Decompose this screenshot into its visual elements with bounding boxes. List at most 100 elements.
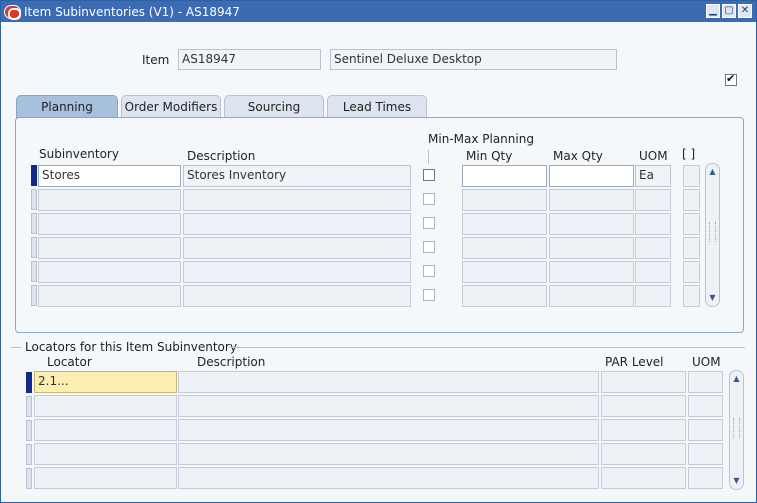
- locator-uom-field[interactable]: [688, 371, 723, 393]
- row-indicator[interactable]: [26, 372, 32, 393]
- locator-description-field[interactable]: [178, 419, 599, 441]
- par-level-field[interactable]: [601, 419, 686, 441]
- window-controls: ▁ ▢ ✕: [706, 4, 752, 18]
- subinventory-field[interactable]: [38, 261, 181, 283]
- subinventory-description-field[interactable]: [183, 213, 411, 235]
- scroll-down-icon[interactable]: ▼: [732, 476, 741, 486]
- min-qty-field[interactable]: [462, 285, 547, 307]
- row-indicator[interactable]: [26, 444, 32, 465]
- planning-scrollbar[interactable]: ▲ ▼: [705, 163, 720, 307]
- min-qty-field[interactable]: [462, 261, 547, 283]
- min-qty-field[interactable]: [462, 165, 547, 187]
- subinventory-field[interactable]: [38, 213, 181, 235]
- locator-uom-field[interactable]: [688, 419, 723, 441]
- row-indicator[interactable]: [31, 213, 37, 234]
- min-qty-field[interactable]: [462, 189, 547, 211]
- minmax-planning-checkbox[interactable]: [423, 193, 435, 205]
- max-qty-field[interactable]: [549, 165, 634, 187]
- scroll-up-icon[interactable]: ▲: [708, 167, 717, 177]
- locator-field[interactable]: [34, 443, 177, 465]
- locator-uom-field[interactable]: [688, 467, 723, 489]
- minimize-icon[interactable]: ▁: [706, 4, 720, 18]
- close-icon[interactable]: ✕: [738, 4, 752, 18]
- flexfield-cell[interactable]: [683, 261, 700, 283]
- title-bar[interactable]: Item Subinventories (V1) - AS18947 ▁ ▢ ✕: [1, 1, 756, 22]
- locator-field[interactable]: 2.1...: [34, 371, 177, 393]
- uom-field[interactable]: [635, 237, 671, 259]
- uom-field[interactable]: Ea: [635, 165, 671, 187]
- item-label: Item: [142, 53, 170, 67]
- subinventory-field[interactable]: Stores: [38, 165, 181, 187]
- max-qty-field[interactable]: [549, 261, 634, 283]
- row-indicator[interactable]: [26, 396, 32, 417]
- subinventory-field[interactable]: [38, 285, 181, 307]
- flexfield-cell[interactable]: [683, 165, 700, 187]
- locators-divider-right: [229, 347, 745, 348]
- uom-field[interactable]: [635, 189, 671, 211]
- locator-uom-header: UOM: [692, 355, 721, 369]
- minmax-planning-checkbox[interactable]: [423, 265, 435, 277]
- min-qty-field[interactable]: [462, 237, 547, 259]
- row-indicator[interactable]: [26, 420, 32, 441]
- locator-field[interactable]: [34, 395, 177, 417]
- max-qty-field[interactable]: [549, 285, 634, 307]
- row-indicator[interactable]: [31, 165, 37, 186]
- locators-divider-left: [11, 347, 21, 348]
- min-qty-field[interactable]: [462, 213, 547, 235]
- tab-lead-times[interactable]: Lead Times: [327, 95, 427, 118]
- par-level-field[interactable]: [601, 395, 686, 417]
- locator-description-field[interactable]: [178, 371, 599, 393]
- subinventory-description-field[interactable]: [183, 189, 411, 211]
- locator-uom-field[interactable]: [688, 443, 723, 465]
- par-level-field[interactable]: [601, 371, 686, 393]
- maximize-icon[interactable]: ▢: [722, 4, 736, 18]
- par-level-field[interactable]: [601, 443, 686, 465]
- subinventory-field[interactable]: [38, 189, 181, 211]
- row-indicator[interactable]: [31, 189, 37, 210]
- row-indicator[interactable]: [26, 468, 32, 489]
- item-field[interactable]: AS18947: [178, 49, 321, 70]
- row-indicator[interactable]: [31, 237, 37, 258]
- row-indicator[interactable]: [31, 285, 37, 306]
- minmax-planning-checkbox[interactable]: [423, 169, 435, 181]
- locator-field[interactable]: [34, 467, 177, 489]
- uom-field[interactable]: [635, 285, 671, 307]
- flexfield-cell[interactable]: [683, 213, 700, 235]
- subinventory-description-field[interactable]: [183, 261, 411, 283]
- locator-description-field[interactable]: [178, 443, 599, 465]
- par-level-field[interactable]: [601, 467, 686, 489]
- locators-scrollbar[interactable]: ▲ ▼: [729, 370, 744, 490]
- max-qty-field[interactable]: [549, 189, 634, 211]
- par-level-header: PAR Level: [605, 355, 664, 369]
- subinventory-field[interactable]: [38, 237, 181, 259]
- item-checkbox[interactable]: [725, 72, 737, 86]
- minmax-planning-checkbox[interactable]: [423, 289, 435, 301]
- subinventory-description-field[interactable]: [183, 285, 411, 307]
- minmax-planning-checkbox[interactable]: [423, 241, 435, 253]
- tab-planning[interactable]: Planning: [16, 95, 118, 119]
- max-qty-field[interactable]: [549, 213, 634, 235]
- uom-header: UOM: [639, 149, 668, 163]
- locator-description-field[interactable]: [178, 467, 599, 489]
- tab-sourcing[interactable]: Sourcing: [224, 95, 324, 118]
- max-qty-field[interactable]: [549, 237, 634, 259]
- item-description-field[interactable]: Sentinel Deluxe Desktop: [330, 49, 617, 70]
- scroll-down-icon[interactable]: ▼: [708, 293, 717, 303]
- row-indicator[interactable]: [31, 261, 37, 282]
- minmax-planning-checkbox[interactable]: [423, 217, 435, 229]
- oracle-app-icon[interactable]: [4, 4, 21, 20]
- locator-uom-field[interactable]: [688, 395, 723, 417]
- uom-field[interactable]: [635, 261, 671, 283]
- uom-field[interactable]: [635, 213, 671, 235]
- flexfield-cell[interactable]: [683, 189, 700, 211]
- scroll-grip-icon[interactable]: [733, 418, 740, 438]
- flexfield-cell[interactable]: [683, 285, 700, 307]
- locator-field[interactable]: [34, 419, 177, 441]
- scroll-up-icon[interactable]: ▲: [732, 374, 741, 384]
- subinventory-description-field[interactable]: Stores Inventory: [183, 165, 411, 187]
- locator-description-field[interactable]: [178, 395, 599, 417]
- scroll-grip-icon[interactable]: [709, 222, 716, 242]
- subinventory-description-field[interactable]: [183, 237, 411, 259]
- flexfield-cell[interactable]: [683, 237, 700, 259]
- tab-order-modifiers[interactable]: Order Modifiers: [121, 95, 221, 118]
